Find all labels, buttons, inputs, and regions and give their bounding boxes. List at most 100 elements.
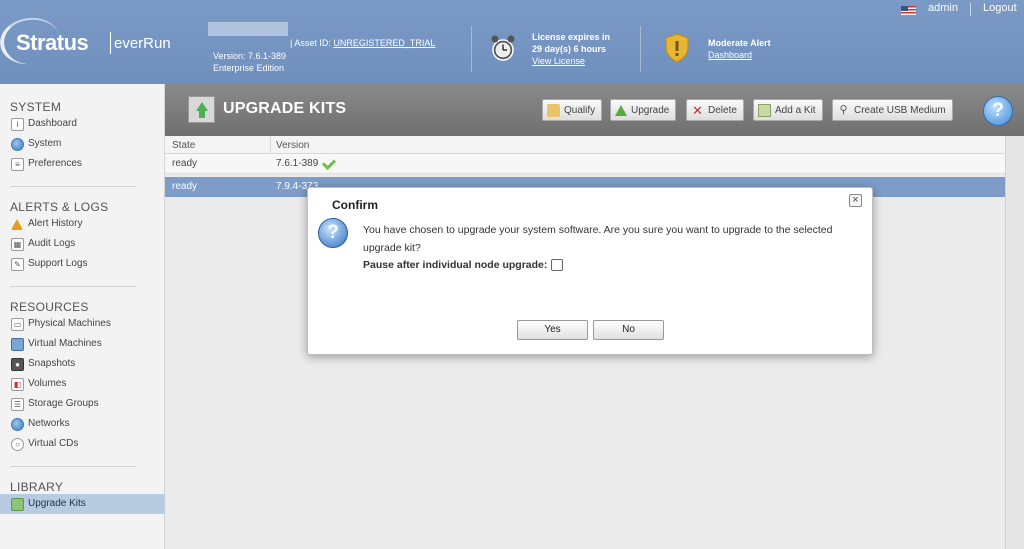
sidebar-divider: [10, 286, 136, 287]
qualify-icon: [547, 103, 560, 117]
sidebar-section-system: SYSTEM: [10, 100, 62, 114]
delete-button[interactable]: ✕ Delete: [686, 99, 744, 121]
alert-dashboard-link[interactable]: Dashboard: [708, 50, 752, 60]
column-divider: [270, 136, 271, 154]
sidebar-item-upgrade-kits[interactable]: Upgrade Kits: [0, 494, 165, 514]
system-globe-icon: [11, 137, 24, 151]
sidebar-item-label: Audit Logs: [28, 238, 76, 249]
user-name[interactable]: admin: [928, 2, 958, 14]
upgrade-button[interactable]: Upgrade: [610, 99, 677, 121]
pause-label: Pause after individual node upgrade:: [363, 259, 548, 271]
sidebar-item-dashboard[interactable]: i Dashboard: [11, 116, 77, 132]
view-license-link[interactable]: View License: [532, 56, 585, 66]
sidebar-item-label: System: [28, 138, 62, 149]
asset-id: | Asset ID: UNREGISTERED_TRIAL: [290, 38, 435, 48]
server-icon: ▭: [11, 317, 24, 331]
header-divider: [471, 26, 472, 72]
row-version: 7.6.1-389: [276, 158, 319, 169]
sidebar-item-support-logs[interactable]: ✎ Support Logs: [11, 256, 88, 272]
add-kit-icon: [758, 103, 771, 117]
sidebar-section-alerts-logs: ALERTS & LOGS: [10, 200, 109, 214]
header-divider: [640, 26, 641, 72]
sidebar-divider: [10, 186, 136, 187]
sidebar-item-virtual-cds[interactable]: ○ Virtual CDs: [11, 436, 78, 452]
upgrade-arrow-icon: [615, 104, 627, 116]
current-version-check-icon: [321, 155, 337, 171]
page-title: UPGRADE KITS: [223, 100, 347, 117]
confirm-dialog: Confirm × ? You have chosen to upgrade y…: [307, 187, 873, 355]
sidebar-item-physical-machines[interactable]: ▭ Physical Machines: [11, 316, 111, 332]
qualify-button[interactable]: Qualify: [542, 99, 603, 121]
help-icon[interactable]: ?: [983, 96, 1013, 126]
support-log-icon: ✎: [11, 257, 24, 271]
network-globe-icon: [11, 417, 24, 431]
pause-checkbox[interactable]: [551, 259, 564, 271]
license-line-1: License expires in: [532, 32, 611, 42]
asset-id-link[interactable]: UNREGISTERED_TRIAL: [333, 38, 435, 48]
info-icon: i: [11, 117, 24, 131]
sidebar-item-storage-groups[interactable]: ☰ Storage Groups: [11, 396, 99, 412]
cd-icon: ○: [11, 437, 24, 451]
alert-shield-icon: [665, 33, 689, 63]
product-name: everRun: [114, 35, 171, 52]
stratus-logo: Stratus everRun: [0, 14, 172, 68]
column-header-state[interactable]: State: [172, 140, 195, 151]
row-state: ready: [172, 158, 198, 169]
table-scrollbar[interactable]: [1005, 136, 1024, 549]
us-flag-icon[interactable]: [901, 6, 916, 15]
version-info: Version: 7.6.1-389 Enterprise Edition: [213, 50, 286, 74]
sidebar-item-label: Upgrade Kits: [28, 498, 86, 509]
sidebar-item-virtual-machines[interactable]: Virtual Machines: [11, 336, 102, 352]
logout-link[interactable]: Logout: [983, 2, 1017, 14]
sidebar-item-alert-history[interactable]: Alert History: [11, 216, 82, 232]
sidebar-item-audit-logs[interactable]: ▦ Audit Logs: [11, 236, 75, 252]
alarm-clock-icon: [491, 35, 515, 61]
brand-name: Stratus: [16, 30, 89, 55]
dialog-message: You have chosen to upgrade your system s…: [363, 224, 833, 254]
no-button[interactable]: No: [593, 320, 664, 340]
column-header-version[interactable]: Version: [276, 140, 309, 151]
top-header: Stratus everRun Version: 7.6.1-389 Enter…: [0, 0, 1024, 84]
sidebar-section-resources: RESOURCES: [10, 300, 89, 314]
sidebar-divider: [10, 466, 136, 467]
asset-id-label: | Asset ID:: [290, 38, 331, 48]
upgrade-kit-icon: [188, 96, 215, 123]
sidebar-section-library: LIBRARY: [10, 480, 64, 494]
sidebar-item-label: Alert History: [28, 218, 83, 229]
sidebar-item-preferences[interactable]: ≡ Preferences: [11, 156, 82, 172]
table-row[interactable]: ready 7.6.1-389: [165, 154, 1005, 174]
close-icon[interactable]: ×: [849, 194, 862, 207]
sidebar-item-label: Dashboard: [28, 118, 77, 129]
warning-icon: [11, 218, 23, 230]
storage-icon: ☰: [11, 397, 24, 411]
sidebar-item-volumes[interactable]: ◧ Volumes: [11, 376, 66, 392]
sidebar-item-snapshots[interactable]: ● Snapshots: [11, 356, 75, 372]
sidebar-item-label: Physical Machines: [28, 318, 111, 329]
system-name-redacted: [208, 22, 288, 36]
add-a-kit-button[interactable]: Add a Kit: [753, 99, 823, 121]
preferences-icon: ≡: [11, 157, 24, 171]
sidebar-item-networks[interactable]: Networks: [11, 416, 70, 432]
sidebar: SYSTEM i Dashboard System ≡ Preferences AL…: [0, 84, 165, 549]
pause-option: Pause after individual node upgrade:: [363, 259, 564, 271]
upgrade-label: Upgrade: [631, 104, 670, 116]
calendar-icon: ▦: [11, 237, 24, 251]
version-text: Version: 7.6.1-389: [213, 51, 287, 61]
camera-icon: ●: [11, 357, 24, 371]
question-icon: ?: [318, 218, 348, 248]
sidebar-item-label: Virtual Machines: [28, 338, 102, 349]
sidebar-item-label: Support Logs: [28, 258, 88, 269]
dialog-title: Confirm: [332, 198, 378, 212]
sidebar-item-label: Storage Groups: [28, 398, 99, 409]
sidebar-item-label: Networks: [28, 418, 70, 429]
yes-button[interactable]: Yes: [517, 320, 588, 340]
user-divider: [970, 3, 971, 16]
sidebar-item-system[interactable]: System: [11, 136, 61, 152]
create-usb-medium-button[interactable]: ⚲ Create USB Medium: [832, 99, 953, 121]
create-usb-medium-label: Create USB Medium: [854, 104, 946, 116]
license-info: License expires in 29 day(s) 6 hours Vie…: [532, 31, 610, 67]
delete-label: Delete: [708, 104, 737, 116]
add-a-kit-label: Add a Kit: [775, 104, 816, 116]
sidebar-item-label: Virtual CDs: [28, 438, 79, 449]
monitor-icon: [11, 337, 24, 351]
